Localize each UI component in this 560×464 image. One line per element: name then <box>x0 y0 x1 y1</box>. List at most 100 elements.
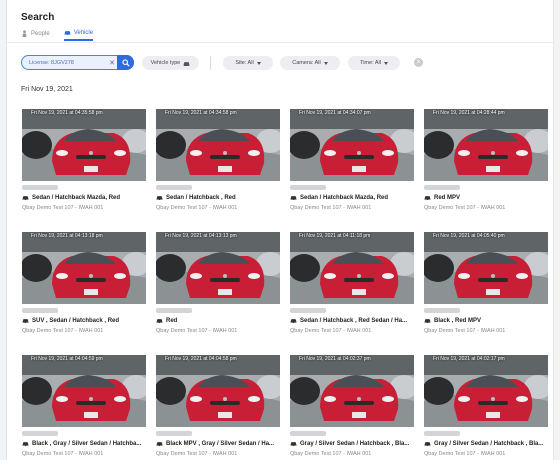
result-thumbnail[interactable]: Fri Nov 19, 2021 at 04:34:58 pm <box>156 109 280 181</box>
tabs-divider <box>6 42 554 43</box>
result-description-text: Black , Gray / Silver Sedan / Hatchba... <box>32 440 142 447</box>
page-title: Search <box>21 12 55 23</box>
result-description-text: Sedan / Hatchback , Red <box>166 194 236 201</box>
result-card[interactable]: Fri Nov 19, 2021 at 04:04:58 pm Black MP… <box>156 355 280 464</box>
results-grid: Fri Nov 19, 2021 at 04:35:58 pm Sedan / … <box>22 109 548 464</box>
car-snapshot-image <box>22 355 146 427</box>
result-description: Black MPV , Gray / Silver Sedan / Ha... <box>156 440 280 447</box>
result-thumbnail[interactable]: Fri Nov 19, 2021 at 04:05:40 pm <box>424 232 548 304</box>
car-snapshot-image <box>156 109 280 181</box>
car-icon <box>22 442 29 447</box>
car-snapshot-image <box>22 232 146 304</box>
car-icon <box>290 319 297 324</box>
site-filter-label: Site: All <box>235 60 254 66</box>
car-icon <box>424 319 431 324</box>
search-input[interactable]: License: 8JGV278 ✕ <box>21 55 134 70</box>
result-timestamp: Fri Nov 19, 2021 at 04:02:17 pm <box>433 356 505 362</box>
search-button[interactable] <box>117 55 134 70</box>
result-timestamp: Fri Nov 19, 2021 at 04:02:37 pm <box>299 356 371 362</box>
result-camera: Qbay Demo Test 107 - IWAH 001 <box>290 328 372 334</box>
search-input-value[interactable]: License: 8JGV278 <box>22 60 107 66</box>
result-card[interactable]: Fri Nov 19, 2021 at 04:34:58 pm Sedan / … <box>156 109 280 218</box>
result-camera: Qbay Demo Test 107 - IWAH 001 <box>22 328 104 334</box>
result-thumbnail[interactable]: Fri Nov 19, 2021 at 04:02:17 pm <box>424 355 548 427</box>
car-icon <box>290 196 297 201</box>
search-tabs: People Vehicle <box>21 29 94 41</box>
car-snapshot-image <box>156 232 280 304</box>
clear-filters-icon[interactable]: × <box>414 58 423 67</box>
result-card[interactable]: Fri Nov 19, 2021 at 04:02:17 pm Gray / S… <box>424 355 548 464</box>
car-icon <box>424 196 431 201</box>
result-timestamp: Fri Nov 19, 2021 at 04:35:58 pm <box>31 110 103 116</box>
result-card[interactable]: Fri Nov 19, 2021 at 04:34:07 pm Sedan / … <box>290 109 414 218</box>
camera-filter[interactable]: Camera: All <box>280 56 340 70</box>
result-camera: Qbay Demo Test 107 - IWAH 001 <box>290 205 372 211</box>
result-timestamp: Fri Nov 19, 2021 at 04:34:58 pm <box>165 110 237 116</box>
car-icon <box>22 196 29 201</box>
result-thumbnail[interactable]: Fri Nov 19, 2021 at 04:28:44 pm <box>424 109 548 181</box>
result-description: Black , Red MPV <box>424 317 548 324</box>
result-description-text: Sedan / Hatchback Mazda, Red <box>32 194 121 201</box>
result-thumbnail[interactable]: Fri Nov 19, 2021 at 04:35:58 pm <box>22 109 146 181</box>
result-description: Red <box>156 317 280 324</box>
car-snapshot-image <box>290 232 414 304</box>
result-description-text: Sedan / Hatchback Mazda, Red <box>300 194 389 201</box>
result-description: Red MPV <box>424 194 548 201</box>
result-thumbnail[interactable]: Fri Nov 19, 2021 at 04:34:07 pm <box>290 109 414 181</box>
result-description-text: Red <box>166 317 178 324</box>
result-description-text: Black , Red MPV <box>434 317 482 324</box>
result-thumbnail[interactable]: Fri Nov 19, 2021 at 04:02:37 pm <box>290 355 414 427</box>
site-filter[interactable]: Site: All <box>223 56 273 70</box>
result-card[interactable]: Fri Nov 19, 2021 at 04:35:58 pm Sedan / … <box>22 109 146 218</box>
result-description: Black , Gray / Silver Sedan / Hatchba... <box>22 440 146 447</box>
car-icon <box>156 319 163 324</box>
close-icon[interactable]: ✕ <box>107 59 117 67</box>
result-card[interactable]: Fri Nov 19, 2021 at 04:13:13 pm Red Qbay… <box>156 232 280 341</box>
result-description: SUV , Sedan / Hatchback , Red <box>22 317 146 324</box>
result-thumbnail[interactable]: Fri Nov 19, 2021 at 04:11:18 pm <box>290 232 414 304</box>
result-thumbnail[interactable]: Fri Nov 19, 2021 at 04:04:58 pm <box>156 355 280 427</box>
result-card[interactable]: Fri Nov 19, 2021 at 04:05:40 pm Black , … <box>424 232 548 341</box>
result-description: Sedan / Hatchback Mazda, Red <box>290 194 414 201</box>
result-camera: Qbay Demo Test 107 - IWAH 001 <box>22 451 104 457</box>
result-description: Sedan / Hatchback , Red Sedan / Ha... <box>290 317 414 324</box>
result-card[interactable]: Fri Nov 19, 2021 at 04:13:18 pm SUV , Se… <box>22 232 146 341</box>
result-camera: Qbay Demo Test 107 - IWAH 001 <box>22 205 104 211</box>
result-timestamp: Fri Nov 19, 2021 at 04:34:07 pm <box>299 110 371 116</box>
license-plate-placeholder <box>424 185 460 190</box>
result-timestamp: Fri Nov 19, 2021 at 04:28:44 pm <box>433 110 505 116</box>
result-camera: Qbay Demo Test 107 - IWAH 001 <box>156 205 238 211</box>
result-card[interactable]: Fri Nov 19, 2021 at 04:02:37 pm Gray / S… <box>290 355 414 464</box>
result-description-text: Gray / Silver Sedan / Hatchback , Bla... <box>434 440 544 447</box>
result-timestamp: Fri Nov 19, 2021 at 04:11:18 pm <box>299 233 371 239</box>
tab-vehicle[interactable]: Vehicle <box>63 29 94 41</box>
chevron-down-icon <box>323 61 328 65</box>
result-description-text: Sedan / Hatchback , Red Sedan / Ha... <box>300 317 408 324</box>
car-icon <box>184 61 190 66</box>
car-icon <box>64 31 70 36</box>
result-thumbnail[interactable]: Fri Nov 19, 2021 at 04:04:59 pm <box>22 355 146 427</box>
time-filter[interactable]: Time: All <box>348 56 400 70</box>
car-icon <box>156 442 163 447</box>
result-thumbnail[interactable]: Fri Nov 19, 2021 at 04:13:13 pm <box>156 232 280 304</box>
result-camera: Qbay Demo Test 107 - IWAH 001 <box>424 328 506 334</box>
license-plate-placeholder <box>290 431 326 436</box>
date-header: Fri Nov 19, 2021 <box>21 86 73 93</box>
car-icon <box>22 319 29 324</box>
time-filter-label: Time: All <box>360 60 381 66</box>
result-camera: Qbay Demo Test 107 - IWAH 001 <box>424 205 506 211</box>
result-description: Sedan / Hatchback Mazda, Red <box>22 194 146 201</box>
license-plate-placeholder <box>22 185 58 190</box>
result-timestamp: Fri Nov 19, 2021 at 04:04:58 pm <box>165 356 237 362</box>
result-description: Gray / Silver Sedan / Hatchback , Bla... <box>424 440 548 447</box>
license-plate-placeholder <box>22 308 58 313</box>
result-card[interactable]: Fri Nov 19, 2021 at 04:11:18 pm Sedan / … <box>290 232 414 341</box>
result-card[interactable]: Fri Nov 19, 2021 at 04:28:44 pm Red MPV … <box>424 109 548 218</box>
tab-people[interactable]: People <box>21 29 50 41</box>
chevron-down-icon <box>383 61 388 65</box>
result-card[interactable]: Fri Nov 19, 2021 at 04:04:59 pm Black , … <box>22 355 146 464</box>
license-plate-placeholder <box>424 308 460 313</box>
left-edge-panel <box>0 0 7 460</box>
result-thumbnail[interactable]: Fri Nov 19, 2021 at 04:13:18 pm <box>22 232 146 304</box>
vehicle-type-filter[interactable]: Vehicle type <box>142 56 199 70</box>
